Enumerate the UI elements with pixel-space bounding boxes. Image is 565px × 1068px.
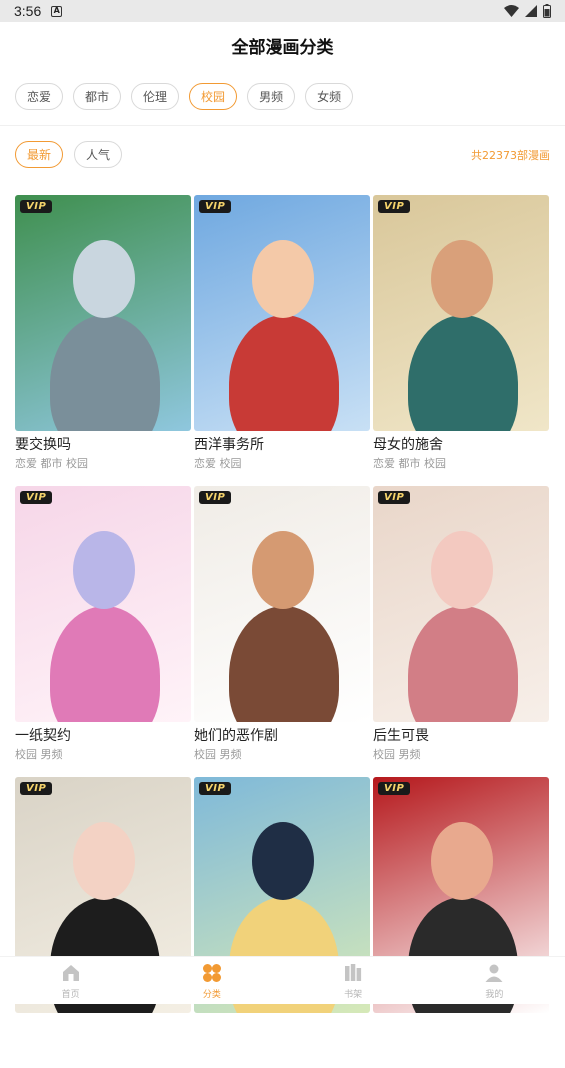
cover-figure-head [252,822,314,900]
comic-title[interactable]: 母女的施舍 [373,434,549,454]
cover-figure-head [73,822,135,900]
category-chip-urban[interactable]: 都市 [73,83,122,110]
filter-divider [0,125,565,126]
category-chip-label: 恋爱 [27,90,52,104]
vip-badge: VIP [20,491,53,504]
status-time: 3:56 [14,3,42,19]
cover-figure-head [252,531,314,609]
comic-title[interactable]: 一纸契约 [15,725,191,745]
bookshelf-icon [345,963,362,981]
comic-tags: 校园 男频 [15,748,63,761]
vip-badge: VIP [378,782,411,795]
cover-figure-head [252,240,314,318]
cover-figure-body [408,315,518,431]
category-chip-female[interactable]: 女频 [305,83,354,110]
comic-title[interactable]: 后生可畏 [373,725,549,745]
cover-figure-head [73,531,135,609]
tab-home[interactable]: 首页 [0,957,141,1004]
sort-chip-latest[interactable]: 最新 [15,141,64,168]
comic-card[interactable]: VIP 后生可畏 校园 男频 [373,486,549,777]
vip-badge: VIP [20,782,53,795]
category-chip-label: 女频 [317,90,342,104]
page-title: 全部漫画分类 [231,37,334,58]
sort-chip-label: 人气 [86,148,111,162]
vip-badge: VIP [378,200,411,213]
comic-tags: 校园 男频 [194,748,242,761]
battery-icon [543,4,551,18]
category-chip-ethics[interactable]: 伦理 [131,83,180,110]
tab-category[interactable]: 分类 [141,957,282,1004]
comic-card[interactable]: VIP [194,777,370,1068]
tab-label: 书架 [344,989,363,1000]
cover-figure-body [229,315,339,431]
sort-row: 最新 人气 共22373部漫画 [15,141,550,168]
comic-cover[interactable]: VIP [194,486,370,722]
tab-label: 首页 [61,989,80,1000]
cover-figure-head [73,240,135,318]
comic-title[interactable]: 西洋事务所 [194,434,370,454]
category-chip-label: 男频 [259,90,284,104]
comic-card[interactable]: VIP 母女的施舍 恋爱 都市 校园 [373,195,549,486]
comic-title[interactable]: 要交换吗 [15,434,191,454]
comic-card[interactable]: VIP 西洋事务所 恋爱 校园 [194,195,370,486]
tab-label: 分类 [202,989,221,1000]
cover-figure-head [431,240,493,318]
page-header: 全部漫画分类 [0,22,565,68]
cover-figure-head [431,822,493,900]
comic-title[interactable]: 她们的恶作剧 [194,725,370,745]
tab-profile[interactable]: 我的 [424,957,565,1004]
comic-grid: VIP 要交换吗 恋爱 都市 校园 VIP 西洋事务所 恋爱 校园 VIP 母女… [15,195,550,1068]
tab-bookshelf[interactable]: 书架 [283,957,424,1004]
cover-figure-body [229,606,339,722]
cover-figure-body [50,606,160,722]
category-chip-label: 伦理 [143,90,168,104]
bottom-tab-bar: 首页 分类 书架 我的 [0,956,565,1004]
comic-card[interactable]: VIP 一纸契约 校园 男频 [15,486,191,777]
vip-badge: VIP [199,491,232,504]
signal-icon [525,5,537,17]
comic-cover[interactable]: VIP [15,486,191,722]
comic-cover[interactable]: VIP [194,195,370,431]
category-icon [202,963,221,982]
comic-count: 共22373部漫画 [471,148,550,162]
vip-badge: VIP [378,491,411,504]
comic-cover[interactable]: VIP [373,486,549,722]
category-chip-label: 校园 [201,90,226,104]
comic-tags: 恋爱 都市 校园 [15,457,88,470]
tab-label: 我的 [485,989,504,1000]
comic-cover[interactable]: VIP [373,195,549,431]
vip-badge: VIP [20,200,53,213]
home-icon [62,964,79,981]
comic-card[interactable]: VIP [373,777,549,1068]
cover-figure-head [431,531,493,609]
category-chip-campus[interactable]: 校园 [189,83,238,110]
category-filter-bar: 恋爱 都市 伦理 校园 男频 女频 [15,83,354,110]
comic-card[interactable]: VIP 她们的恶作剧 校园 男频 [194,486,370,777]
comic-card[interactable]: VIP 要交换吗 恋爱 都市 校园 [15,195,191,486]
profile-icon [485,964,503,982]
category-chip-romance[interactable]: 恋爱 [15,83,64,110]
wifi-icon [504,5,519,17]
sort-chip-label: 最新 [27,148,52,162]
comic-cover[interactable]: VIP [15,195,191,431]
cover-figure-body [50,315,160,431]
sort-chip-popular[interactable]: 人气 [74,141,123,168]
comic-tags: 校园 男频 [373,748,421,761]
comic-card[interactable]: VIP [15,777,191,1068]
comic-tags: 恋爱 都市 校园 [373,457,446,470]
category-chip-label: 都市 [85,90,110,104]
vip-badge: VIP [199,200,232,213]
notification-a-icon: A [51,5,63,17]
comic-tags: 恋爱 校园 [194,457,242,470]
status-bar: 3:56 A [0,0,565,22]
category-chip-male[interactable]: 男频 [247,83,296,110]
cover-figure-body [408,606,518,722]
vip-badge: VIP [199,782,232,795]
